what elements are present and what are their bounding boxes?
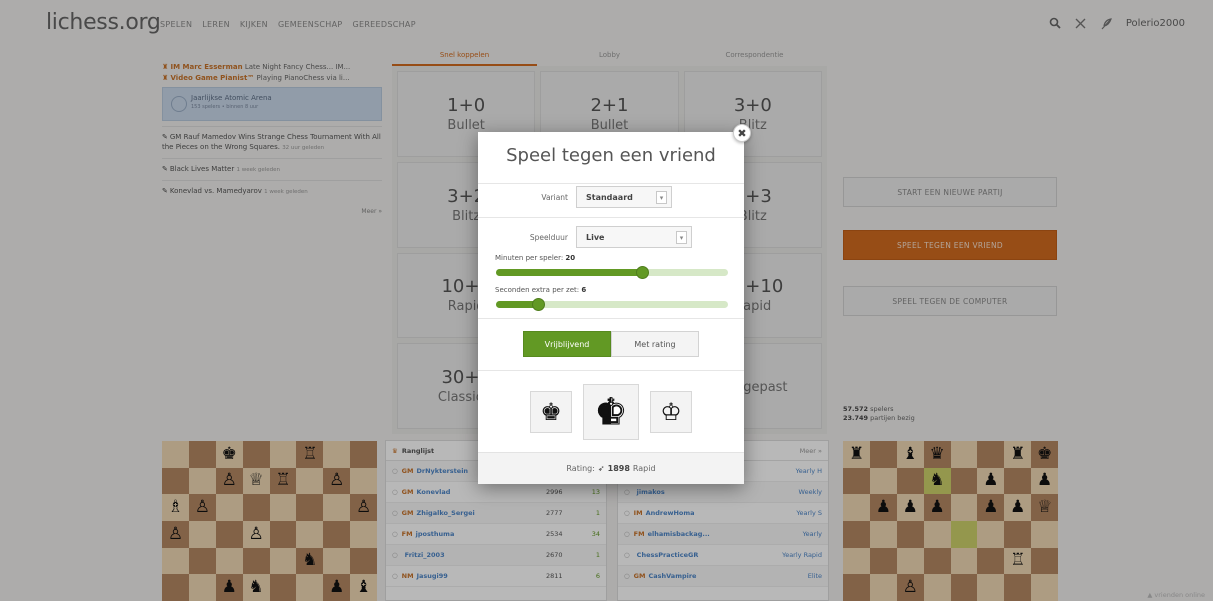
rating-label: Rating: [566, 464, 595, 473]
black-king-icon[interactable]: ♚ [530, 391, 572, 433]
close-icon: ✖ [737, 126, 747, 140]
minutes-slider[interactable] [496, 266, 728, 279]
chevron-down-icon: ▾ [676, 231, 687, 244]
duration-label: Speelduur [529, 233, 568, 242]
divider [478, 217, 744, 218]
increment-label: Seconden extra per zet: 6 [495, 286, 587, 294]
slider-handle[interactable] [636, 266, 650, 279]
close-modal-button[interactable]: ✖ [733, 124, 751, 142]
modal-title: Speel tegen een vriend [506, 145, 716, 166]
rated-toggle: Vrijblijvend Met rating [523, 331, 699, 357]
play-friend-modal: Speel tegen een vriend Variant Standaard… [478, 132, 744, 484]
color-choice: ♚ ♚ ♔ [478, 380, 744, 444]
rated-button[interactable]: Met rating [611, 331, 699, 357]
rating-value: 1898 [607, 464, 630, 473]
variant-select[interactable]: Standaard ▾ [576, 186, 672, 208]
duration-select[interactable]: Live ▾ [576, 226, 692, 248]
variant-label: Variant [541, 193, 568, 202]
slider-fill [496, 269, 643, 276]
divider [478, 370, 744, 371]
rapid-icon: ➶ [597, 464, 605, 473]
casual-button[interactable]: Vrijblijvend [523, 331, 611, 357]
random-color-icon[interactable]: ♚ [583, 384, 639, 440]
chevron-down-icon: ▾ [656, 191, 667, 204]
increment-slider[interactable] [496, 298, 728, 311]
white-king-icon[interactable]: ♔ [650, 391, 692, 433]
divider [478, 318, 744, 319]
slider-handle[interactable] [531, 298, 545, 311]
rating-info: Rating: ➶ 1898 Rapid [478, 452, 744, 484]
rating-perf: Rapid [632, 464, 656, 473]
minutes-label: Minuten per speler: 20 [495, 254, 576, 262]
friends-online-toggle[interactable]: ▲ vrienden online [1147, 591, 1205, 599]
divider [478, 183, 744, 184]
